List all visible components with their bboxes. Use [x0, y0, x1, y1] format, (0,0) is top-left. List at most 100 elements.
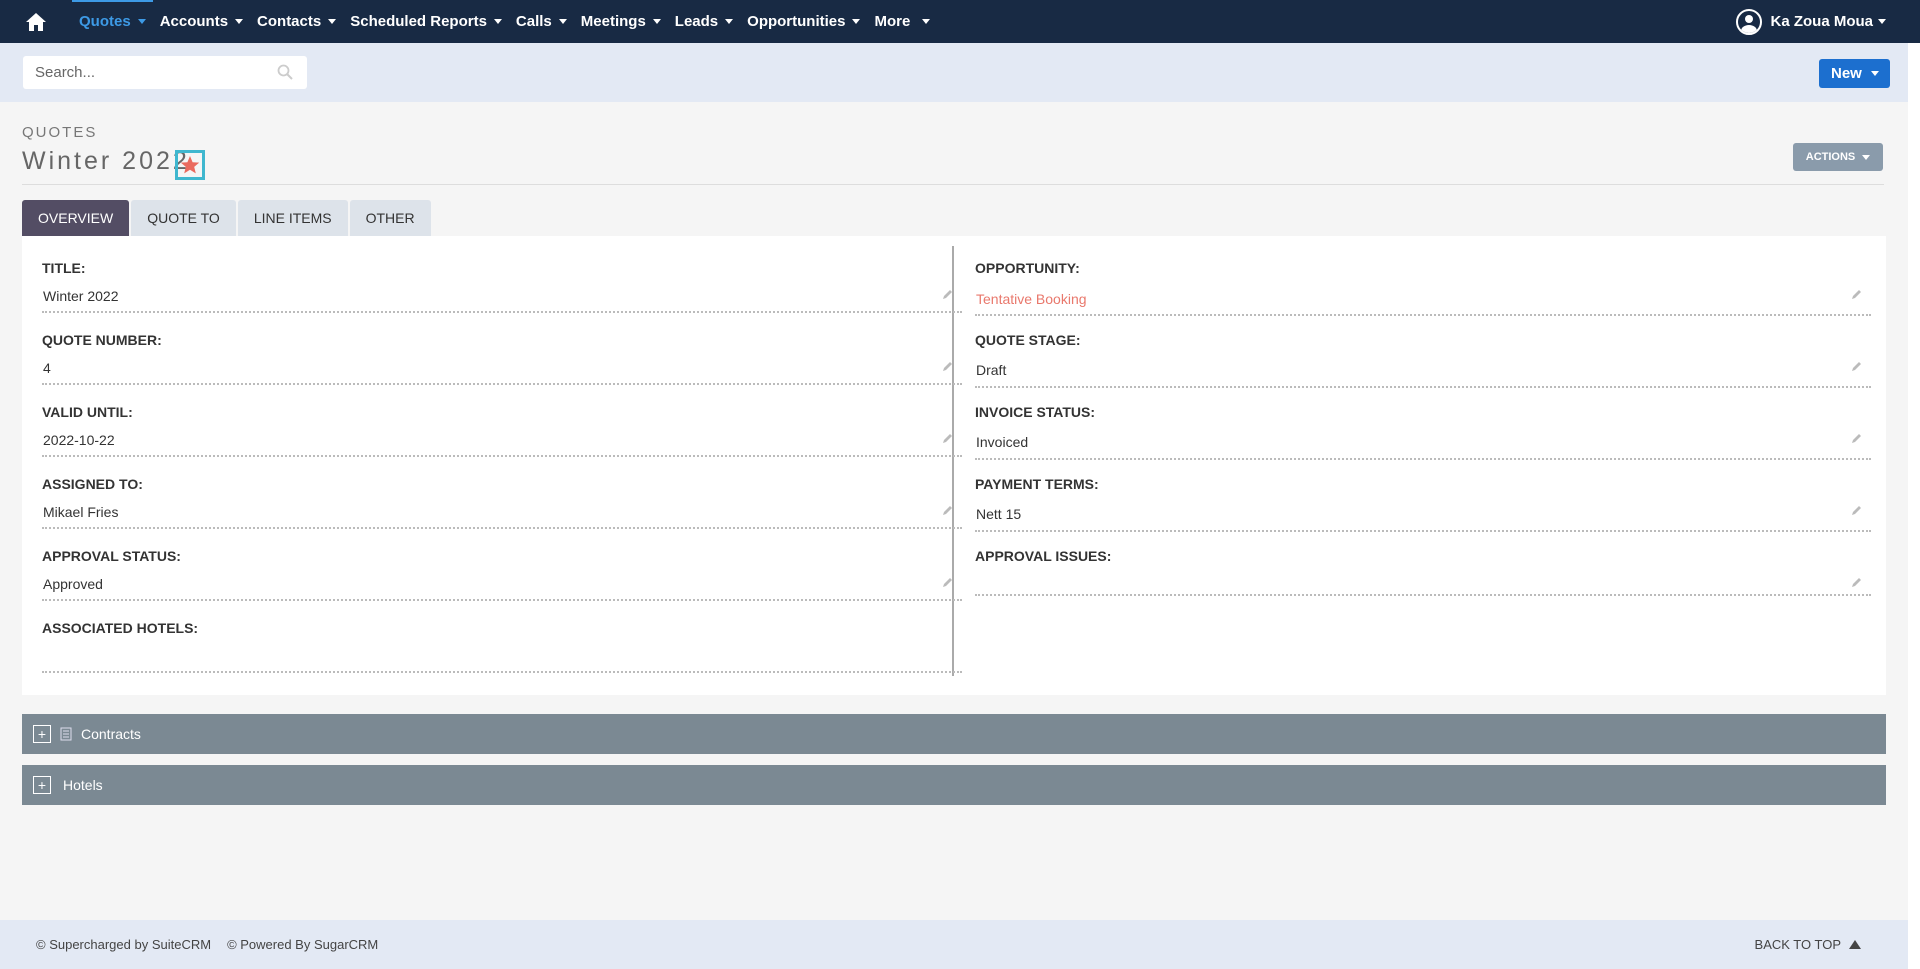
field-value: Nett 15: [976, 506, 1022, 522]
field-approval-status: APPROVAL STATUS: Approved: [42, 524, 962, 601]
caret-down-icon: [558, 19, 567, 24]
caret-down-icon: [235, 19, 244, 24]
field-label: TITLE:: [42, 260, 86, 276]
suitecrm-credit-link[interactable]: © Supercharged by SuiteCRM: [36, 937, 211, 952]
nav-opportunities[interactable]: Opportunities: [740, 0, 867, 43]
field-label: APPROVAL ISSUES:: [975, 548, 1112, 564]
user-name: Ka Zoua Moua: [1770, 13, 1873, 30]
nav-label: Contacts: [257, 13, 322, 30]
back-to-top-link[interactable]: BACK TO TOP: [1755, 937, 1861, 952]
star-icon: [180, 156, 200, 174]
field-value: Winter 2022: [43, 288, 119, 304]
nav-label: Quotes: [79, 13, 131, 30]
search-box: [23, 56, 307, 89]
expand-plus-icon[interactable]: +: [33, 725, 51, 743]
caret-down-icon: [922, 19, 931, 24]
detail-tabs: OVERVIEW QUOTE TO LINE ITEMS OTHER: [22, 200, 433, 236]
field-value: Draft: [976, 362, 1007, 378]
edit-pencil-icon[interactable]: [942, 576, 954, 588]
field-quote-stage: QUOTE STAGE: Draft: [975, 308, 1871, 388]
nav-meetings[interactable]: Meetings: [574, 0, 668, 43]
actions-button[interactable]: ACTIONS: [1793, 143, 1883, 171]
tab-other[interactable]: OTHER: [349, 200, 431, 236]
search-icon[interactable]: [277, 64, 293, 80]
field-quote-number: QUOTE NUMBER: 4: [42, 308, 962, 385]
actions-label: ACTIONS: [1805, 151, 1856, 163]
nav-contacts[interactable]: Contacts: [250, 0, 343, 43]
nav-accounts[interactable]: Accounts: [153, 0, 250, 43]
field-opportunity: OPPORTUNITY: Tentative Booking: [975, 236, 1871, 316]
caret-down-icon: [852, 19, 861, 24]
record-title: Winter 2022: [22, 147, 190, 175]
nav-label: Accounts: [159, 13, 229, 30]
field-assigned-to: ASSIGNED TO: Mikael Fries: [42, 452, 962, 529]
nav-label: Leads: [674, 13, 719, 30]
nav-label: More: [874, 13, 911, 30]
nav-calls[interactable]: Calls: [509, 0, 574, 43]
edit-pencil-icon[interactable]: [1851, 288, 1863, 300]
field-label: ASSOCIATED HOTELS:: [42, 620, 199, 636]
edit-pencil-icon[interactable]: [942, 360, 954, 372]
field-label: VALID UNTIL:: [42, 404, 133, 420]
nav-label: Calls: [515, 13, 552, 30]
subpanel-contracts[interactable]: + Contracts: [22, 714, 1886, 754]
nav-leads[interactable]: Leads: [668, 0, 740, 43]
edit-pencil-icon[interactable]: [1851, 576, 1863, 588]
field-payment-terms: PAYMENT TERMS: Nett 15: [975, 452, 1871, 532]
tab-line-items[interactable]: LINE ITEMS: [237, 200, 348, 236]
back-to-top-label: BACK TO TOP: [1754, 937, 1841, 952]
search-strip: New: [0, 43, 1908, 102]
edit-pencil-icon[interactable]: [942, 288, 954, 300]
caret-down-icon: [493, 19, 502, 24]
home-icon[interactable]: [0, 0, 72, 43]
nav-quotes[interactable]: Quotes: [72, 0, 153, 43]
field-associated-hotels: ASSOCIATED HOTELS:: [42, 596, 962, 673]
scrollbar[interactable]: [1908, 43, 1920, 969]
field-label: QUOTE NUMBER:: [42, 332, 162, 348]
field-label: OPPORTUNITY:: [975, 260, 1080, 276]
field-underline: [42, 671, 962, 673]
edit-pencil-icon[interactable]: [1851, 504, 1863, 516]
field-label: PAYMENT TERMS:: [975, 476, 1099, 492]
nav-scheduled-reports[interactable]: Scheduled Reports: [343, 0, 509, 43]
caret-down-icon: [1878, 19, 1886, 24]
caret-down-icon: [725, 19, 734, 24]
caret-down-icon: [328, 19, 337, 24]
field-value: 4: [43, 360, 51, 376]
header-divider: [22, 184, 1884, 185]
field-value: Invoiced: [976, 434, 1029, 450]
field-valid-until: VALID UNTIL: 2022-10-22: [42, 380, 962, 457]
field-value: Approved: [43, 576, 103, 592]
edit-pencil-icon[interactable]: [1851, 432, 1863, 444]
edit-pencil-icon[interactable]: [1851, 360, 1863, 372]
field-label: QUOTE STAGE:: [975, 332, 1081, 348]
nav-label: Opportunities: [747, 13, 846, 30]
nav-label: Scheduled Reports: [350, 13, 487, 30]
field-label: INVOICE STATUS:: [975, 404, 1096, 420]
caret-down-icon: [137, 19, 146, 24]
subpanel-title: Contracts: [81, 726, 141, 742]
new-button[interactable]: New: [1819, 59, 1890, 88]
tab-overview[interactable]: OVERVIEW: [22, 200, 130, 236]
search-input[interactable]: [23, 56, 263, 89]
field-label: ASSIGNED TO:: [42, 476, 143, 492]
user-avatar-icon: [1736, 8, 1763, 35]
favorite-toggle[interactable]: [175, 150, 205, 180]
footer: © Supercharged by SuiteCRM © Powered By …: [0, 920, 1908, 969]
caret-down-icon: [1870, 71, 1879, 76]
tab-quote-to[interactable]: QUOTE TO: [131, 200, 236, 236]
document-icon: [60, 727, 72, 741]
caret-down-icon: [1862, 154, 1871, 160]
field-value: Mikael Fries: [43, 504, 119, 520]
subpanel-hotels[interactable]: + Hotels: [22, 765, 1886, 805]
edit-pencil-icon[interactable]: [942, 504, 954, 516]
nav-more[interactable]: More: [867, 0, 937, 43]
sugarcrm-credit-link[interactable]: © Powered By SugarCRM: [227, 937, 378, 952]
user-menu[interactable]: Ka Zoua Moua: [1736, 0, 1886, 43]
opportunity-link[interactable]: Tentative Booking: [976, 291, 1087, 307]
arrow-up-icon: [1849, 940, 1861, 949]
expand-plus-icon[interactable]: +: [33, 776, 51, 794]
nav-label: Meetings: [580, 13, 646, 30]
new-button-label: New: [1831, 65, 1862, 82]
edit-pencil-icon[interactable]: [942, 432, 954, 444]
